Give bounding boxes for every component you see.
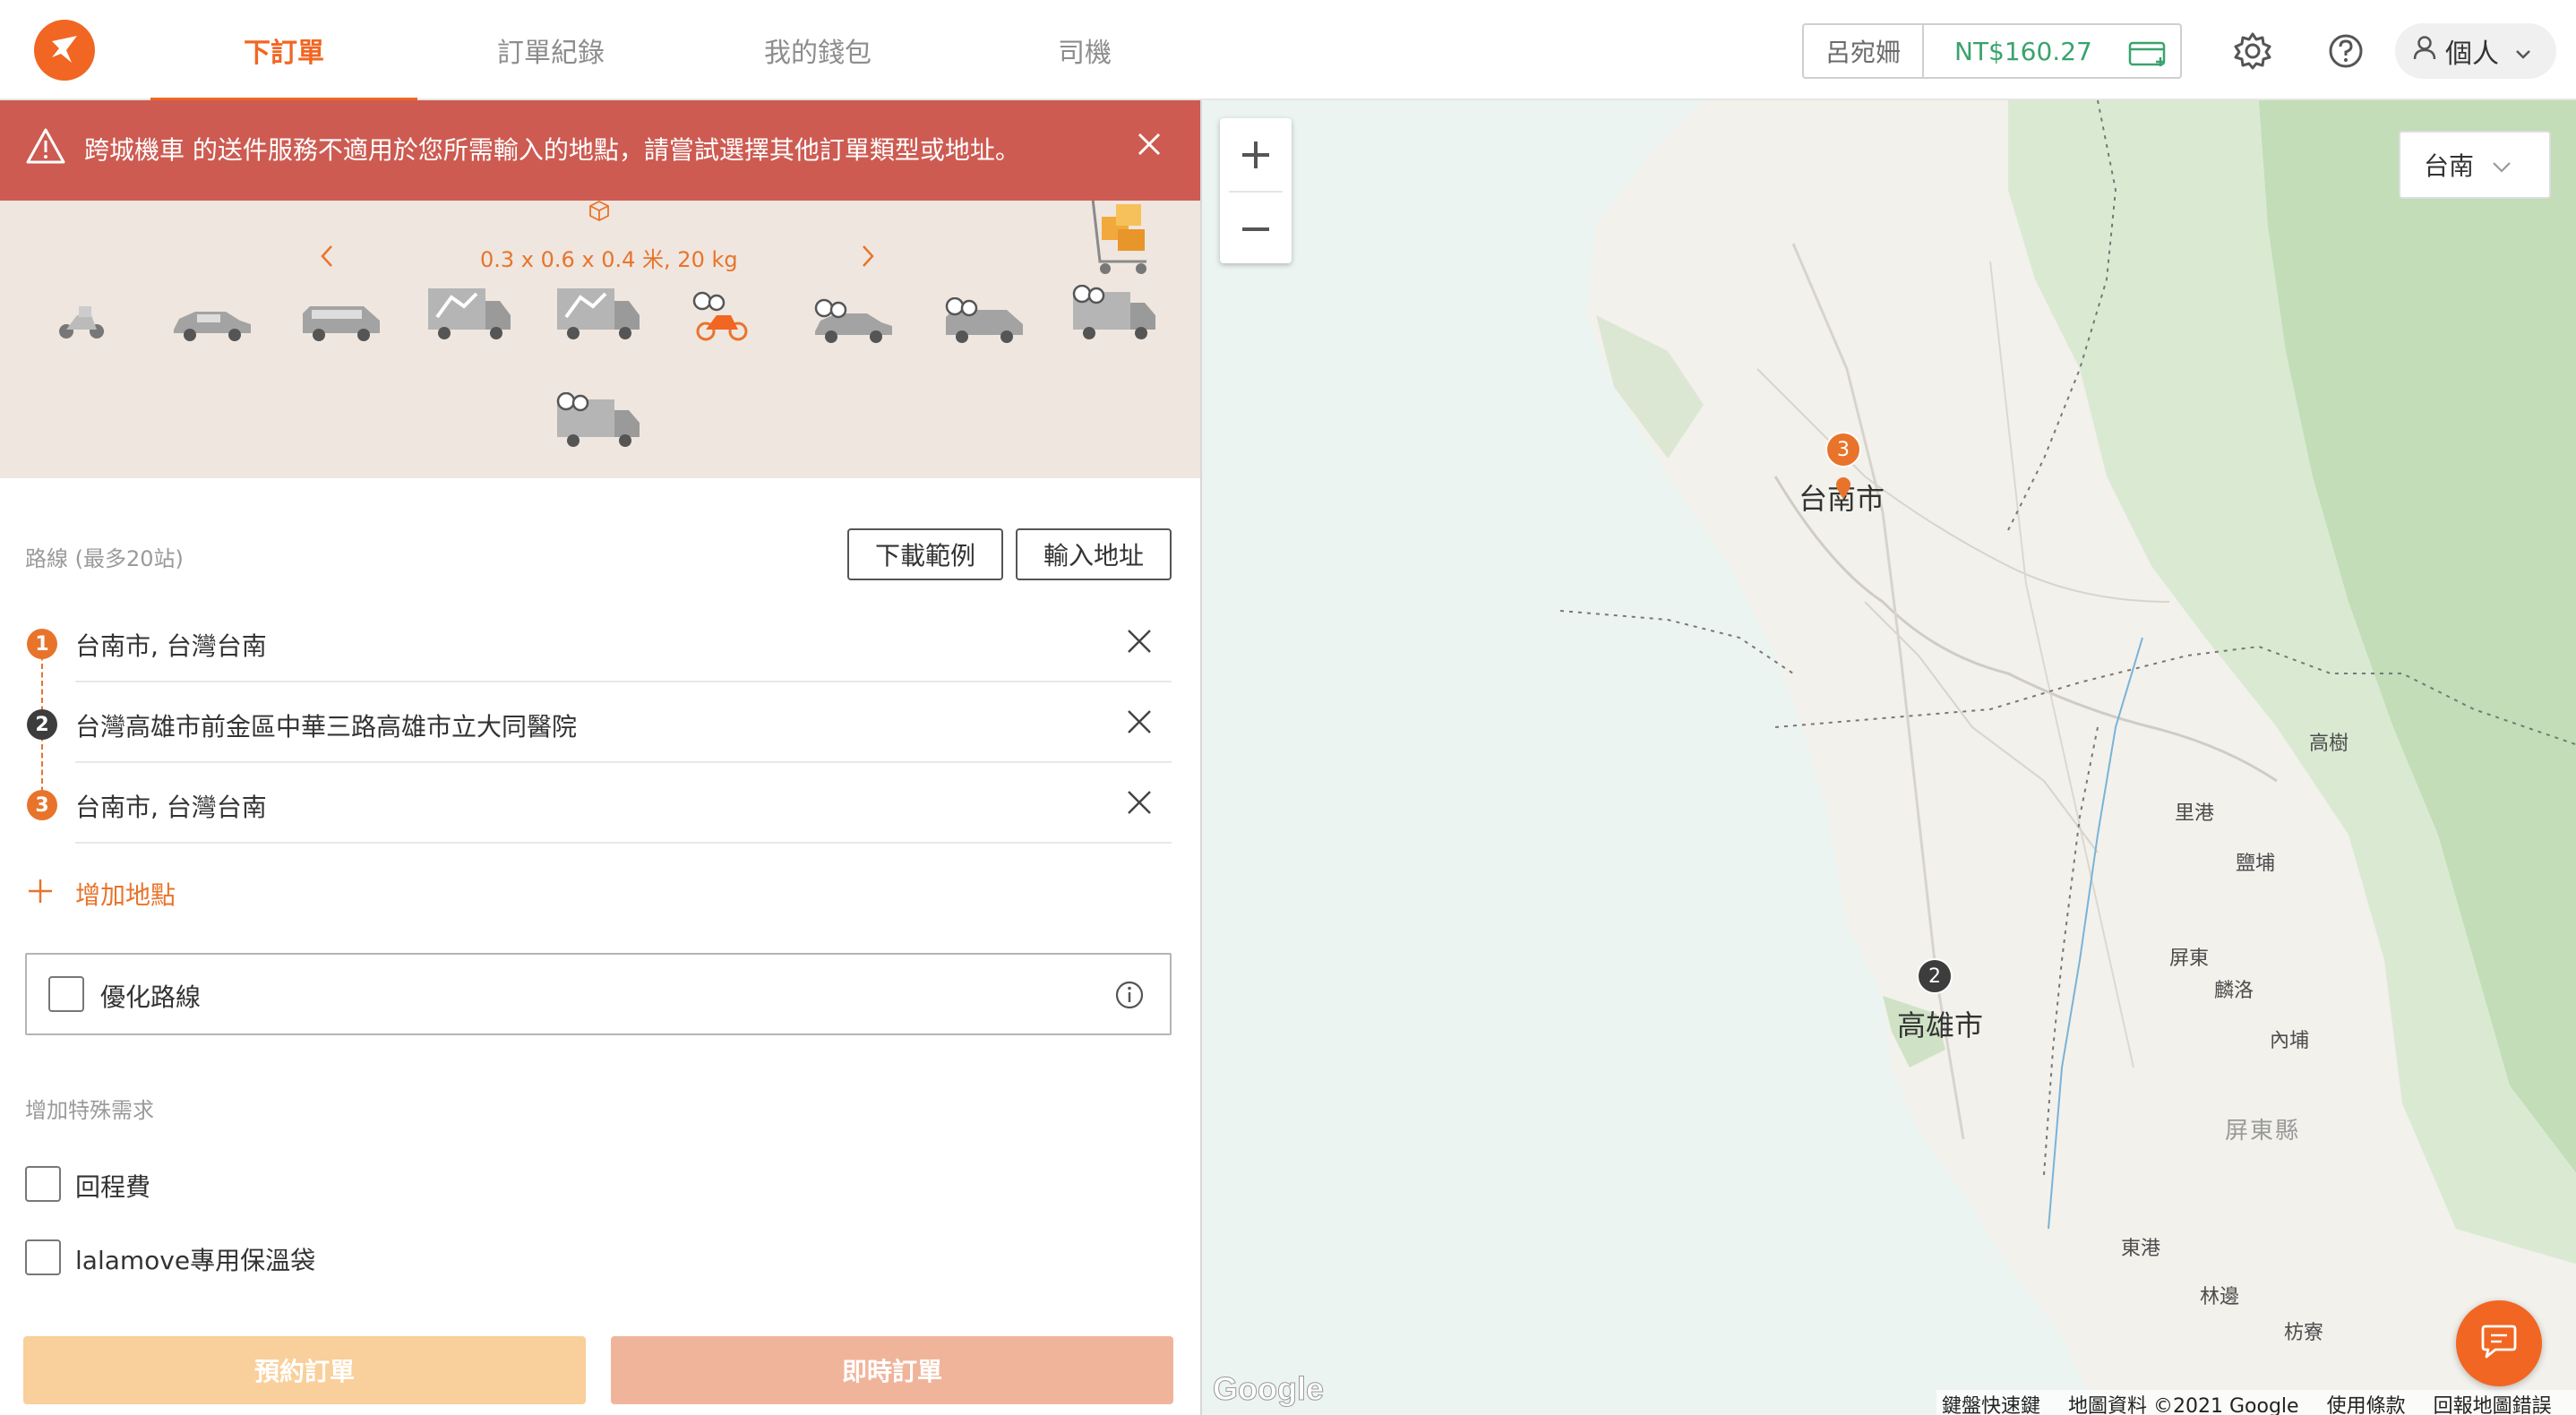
optimize-route-label: 優化路線 xyxy=(100,982,202,1012)
import-address-button[interactable]: 輸入地址 xyxy=(1016,528,1172,580)
map-place-label: 里港 xyxy=(2175,802,2215,825)
route-stop[interactable]: 3 台南市, 台灣台南 xyxy=(25,763,1172,844)
route-stop[interactable]: 2 台灣高雄市前金區中華三路高雄市立大同醫院 xyxy=(25,682,1172,763)
vehicle-selector: 跨城機車 的送件服務不適用於您所需輸入的地點，請嘗試選擇其他訂單類型或地址。 0… xyxy=(0,100,1200,478)
tab-order-history[interactable]: 訂單紀錄 xyxy=(417,0,684,100)
zoom-in-button[interactable] xyxy=(1220,118,1292,191)
map-county-label: 屏東縣 xyxy=(2225,1118,2301,1145)
schedule-order-button[interactable]: 預約訂單 xyxy=(23,1336,586,1404)
map-terrain xyxy=(1559,100,2576,1415)
google-logo: Google xyxy=(1213,1370,1325,1408)
thermal-bag-checkbox[interactable] xyxy=(25,1239,61,1275)
van-icon[interactable] xyxy=(299,301,383,346)
chat-button[interactable] xyxy=(2456,1300,2542,1386)
stop-address[interactable]: 台灣高雄市前金區中華三路高雄市立大同醫院 xyxy=(75,708,577,743)
gear-icon[interactable] xyxy=(2225,23,2280,79)
stop-address[interactable]: 台南市, 台灣台南 xyxy=(75,788,267,824)
map-data-attribution: 地圖資料 ©2021 Google xyxy=(2068,1395,2299,1415)
map-place-label: 內埔 xyxy=(2270,1030,2310,1052)
user-icon xyxy=(2413,35,2436,67)
tab-drivers[interactable]: 司機 xyxy=(951,0,1218,100)
route-stop[interactable]: 1 台南市, 台灣台南 xyxy=(25,602,1172,682)
map-place-label: 東港 xyxy=(2121,1238,2161,1260)
map-place-label: 林邊 xyxy=(2200,1286,2240,1308)
stop-number: 2 xyxy=(27,709,57,740)
motorcycle-icon[interactable] xyxy=(56,297,109,346)
add-stop-label: 增加地點 xyxy=(75,880,176,910)
special-requests-label: 增加特殊需求 xyxy=(25,1098,154,1123)
instant-order-button[interactable]: 即時訂單 xyxy=(611,1336,1173,1404)
vehicle-dimensions: 0.3 x 0.6 x 0.4 米, 20 kg xyxy=(480,247,738,272)
keyboard-shortcuts-link[interactable]: 鍵盤快速鍵 xyxy=(1942,1395,2040,1415)
chevron-right-icon[interactable] xyxy=(860,244,876,272)
profile-menu[interactable]: 個人 xyxy=(2395,23,2556,79)
map-place-label: 高樹 xyxy=(2309,733,2349,755)
map-view[interactable]: 台南 台南市 高雄市 屏東縣 高樹 里港 鹽埔 屏東 麟洛 內埔 東港 林邊 枋… xyxy=(1200,100,2576,1415)
optimize-route-checkbox[interactable] xyxy=(48,976,84,1012)
city-select[interactable]: 台南 xyxy=(2399,131,2551,199)
route-label: 路線 (最多20站) xyxy=(25,546,184,571)
info-icon[interactable] xyxy=(1114,980,1145,1014)
return-fee-label: 回程費 xyxy=(75,1172,151,1202)
map-city-label: 高雄市 xyxy=(1897,1008,1984,1042)
intercity-truck-icon[interactable] xyxy=(1069,284,1159,346)
top-nav: 下訂單 訂單紀錄 我的錢包 司機 呂宛姍 NT$160.27 個人 xyxy=(0,0,2576,102)
divider xyxy=(75,842,1172,844)
map-pin-icon xyxy=(1834,476,1852,503)
close-icon[interactable] xyxy=(1125,788,1154,820)
return-fee-checkbox[interactable] xyxy=(25,1166,61,1202)
tab-my-wallet[interactable]: 我的錢包 xyxy=(684,0,951,100)
add-stop-button[interactable]: 增加地點 xyxy=(27,876,176,912)
map-place-label: 麟洛 xyxy=(2214,980,2254,1002)
stop-address[interactable]: 台南市, 台灣台南 xyxy=(75,627,267,663)
wallet-user-name: 呂宛姍 xyxy=(1804,25,1924,77)
alert-message: 跨城機車 的送件服務不適用於您所需輸入的地點，請嘗試選擇其他訂單類型或地址。 xyxy=(84,135,1020,165)
report-error-link[interactable]: 回報地圖錯誤 xyxy=(2434,1395,2552,1415)
city-select-value: 台南 xyxy=(2424,151,2475,181)
map-marker[interactable]: 3 xyxy=(1825,432,1861,467)
map-place-label: 屏東 xyxy=(2169,948,2210,970)
intercity-truck-large-icon[interactable] xyxy=(554,391,643,453)
cargo-illustration xyxy=(1084,198,1164,283)
close-icon[interactable] xyxy=(1125,708,1154,740)
wallet-add-icon[interactable] xyxy=(2128,38,2168,72)
close-icon[interactable] xyxy=(1136,131,1163,161)
terms-link[interactable]: 使用條款 xyxy=(2327,1395,2406,1415)
thermal-bag-label: lalamove專用保溫袋 xyxy=(75,1246,316,1275)
plus-icon xyxy=(27,878,54,911)
lalamove-logo-icon[interactable] xyxy=(34,20,95,81)
error-alert: 跨城機車 的送件服務不適用於您所需輸入的地點，請嘗試選擇其他訂單類型或地址。 xyxy=(0,100,1200,201)
intercity-motorcycle-icon[interactable] xyxy=(690,290,754,347)
map-marker[interactable]: 2 xyxy=(1917,958,1953,994)
map-footer: 鍵盤快速鍵 地圖資料 ©2021 Google 使用條款 回報地圖錯誤 xyxy=(1936,1390,2576,1415)
sedan-icon[interactable] xyxy=(170,303,254,346)
intercity-van-icon[interactable] xyxy=(942,296,1026,347)
map-place-label: 鹽埔 xyxy=(2236,853,2276,875)
wallet-widget[interactable]: 呂宛姍 NT$160.27 xyxy=(1802,23,2182,79)
download-example-button[interactable]: 下載範例 xyxy=(847,528,1003,580)
order-actions: 預約訂單 即時訂單 xyxy=(0,1318,1200,1415)
map-place-label: 枋寮 xyxy=(2284,1322,2324,1344)
stop-number: 1 xyxy=(27,629,57,659)
profile-label: 個人 xyxy=(2445,39,2499,70)
chat-icon xyxy=(2479,1324,2519,1363)
chevron-down-icon xyxy=(2515,36,2531,67)
package-icon xyxy=(588,199,611,226)
help-icon[interactable] xyxy=(2318,23,2374,79)
tab-place-order[interactable]: 下訂單 xyxy=(150,0,417,102)
zoom-control xyxy=(1220,118,1292,263)
zoom-out-button[interactable] xyxy=(1220,193,1292,265)
chevron-left-icon[interactable] xyxy=(319,244,335,272)
stop-number: 3 xyxy=(27,790,57,820)
optimize-route-box: 優化路線 xyxy=(25,953,1172,1035)
truck-small-icon[interactable] xyxy=(425,285,514,346)
warning-icon xyxy=(25,127,66,168)
truck-medium-icon[interactable] xyxy=(554,285,643,346)
close-icon[interactable] xyxy=(1125,627,1154,659)
intercity-sedan-icon[interactable] xyxy=(811,297,896,347)
chevron-down-icon xyxy=(2492,150,2512,180)
order-panel: 跨城機車 的送件服務不適用於您所需輸入的地點，請嘗試選擇其他訂單類型或地址。 0… xyxy=(0,100,1200,1415)
